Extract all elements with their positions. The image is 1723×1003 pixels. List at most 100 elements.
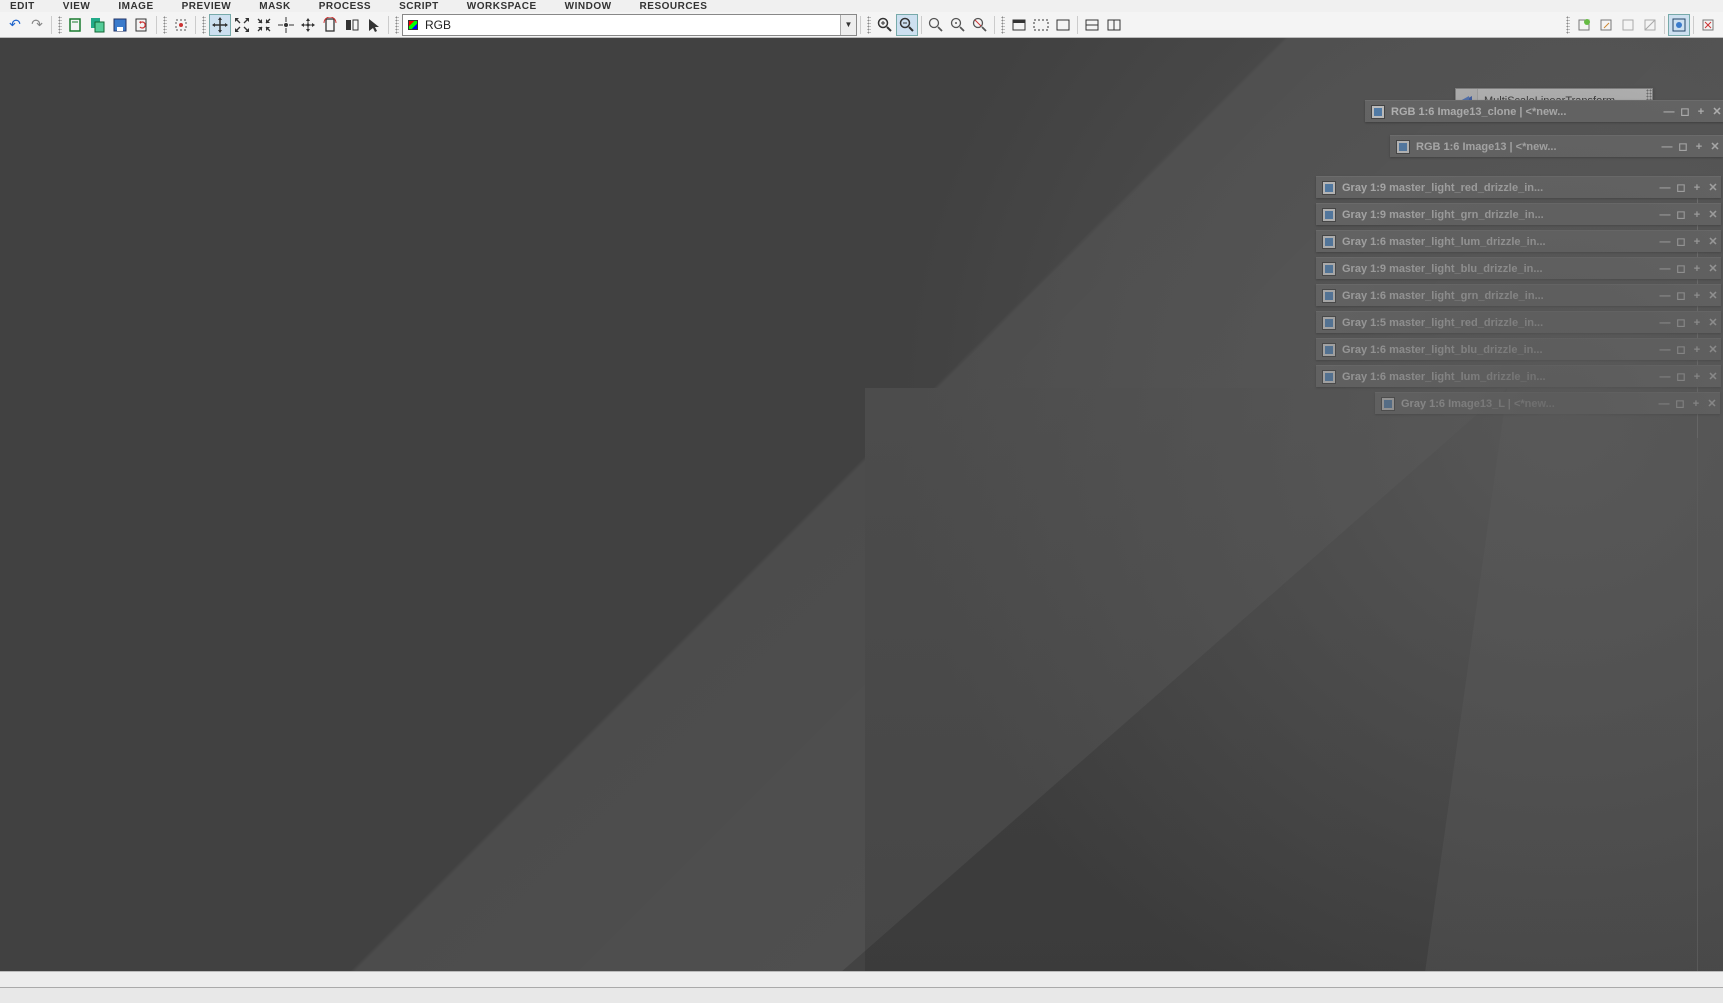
maximize-button[interactable]: ◻	[1677, 101, 1693, 122]
mask-enabled-icon[interactable]	[1668, 14, 1690, 36]
shade-button[interactable]: +	[1689, 366, 1705, 387]
zoom-in-icon[interactable]	[874, 14, 896, 36]
image-window-titlebar[interactable]: Gray 1:9 master_light_blu_drizzle_in...—…	[1316, 257, 1721, 279]
menu-edit[interactable]: EDIT	[10, 1, 35, 12]
image-window-titlebar[interactable]: Gray 1:6 master_light_blu_drizzle_in...—…	[1316, 338, 1721, 360]
maximize-button[interactable]: ◻	[1673, 177, 1689, 198]
maximize-button[interactable]: ◻	[1673, 366, 1689, 387]
zoom-out-icon[interactable]	[896, 14, 918, 36]
close-button[interactable]: ✕	[1705, 285, 1721, 306]
shade-button[interactable]: +	[1693, 101, 1709, 122]
menu-preview[interactable]: PREVIEW	[182, 1, 232, 12]
close-button[interactable]: ✕	[1709, 101, 1723, 122]
menu-workspace[interactable]: WORKSPACE	[467, 1, 537, 12]
maximize-button[interactable]: ◻	[1673, 258, 1689, 279]
shade-button[interactable]: +	[1689, 204, 1705, 225]
menu-window[interactable]: WINDOW	[565, 1, 612, 12]
process-panel[interactable]: MultiScaleLinearTransform	[1455, 88, 1653, 114]
image-window-titlebar[interactable]: Gray 1:6 master_light_grn_drizzle_in...—…	[1316, 284, 1721, 306]
minimize-button[interactable]: —	[1657, 204, 1673, 225]
undo-button[interactable]: ↶	[4, 14, 26, 36]
pointer-tool-icon[interactable]	[363, 14, 385, 36]
screen-mode-1-icon[interactable]	[1008, 14, 1030, 36]
channel-selector[interactable]: RGB ▼	[402, 14, 857, 36]
mask-new-icon[interactable]	[1573, 14, 1595, 36]
maximize-button[interactable]: ◻	[1675, 136, 1691, 157]
mask-show-icon[interactable]	[1617, 14, 1639, 36]
image-window-titlebar[interactable]: Gray 1:6 master_light_lum_drizzle_in...—…	[1316, 365, 1721, 387]
refresh-image-icon[interactable]	[131, 14, 153, 36]
rotate-tool-icon[interactable]	[319, 14, 341, 36]
image-window-titlebar[interactable]: RGB 1:6 Image13 | <*new...—◻+✕	[1390, 135, 1723, 157]
process-apply-icon[interactable]	[1456, 89, 1478, 113]
image-window-titlebar[interactable]: Gray 1:9 master_light_grn_drizzle_in...—…	[1316, 203, 1721, 225]
menu-process[interactable]: PROCESS	[319, 1, 371, 12]
zoom-fit-icon[interactable]	[947, 14, 969, 36]
close-button[interactable]: ✕	[1704, 393, 1720, 414]
flip-tool-icon[interactable]	[341, 14, 363, 36]
minimize-button[interactable]: —	[1657, 258, 1673, 279]
close-button[interactable]: ✕	[1705, 204, 1721, 225]
layout-2-icon[interactable]	[1103, 14, 1125, 36]
screen-mode-2-icon[interactable]	[1030, 14, 1052, 36]
minimize-button[interactable]: —	[1657, 177, 1673, 198]
zoom-1-1-icon[interactable]	[925, 14, 947, 36]
close-button[interactable]: ✕	[1705, 231, 1721, 252]
minimize-button[interactable]: —	[1657, 285, 1673, 306]
shade-button[interactable]: +	[1689, 231, 1705, 252]
layout-1-icon[interactable]	[1081, 14, 1103, 36]
image-window-titlebar[interactable]: Gray 1:5 master_light_red_drizzle_in...—…	[1316, 311, 1721, 333]
menu-resources[interactable]: RESOURCES	[640, 1, 708, 12]
mask-invert-icon[interactable]	[1639, 14, 1661, 36]
image-window-titlebar[interactable]: Gray 1:9 master_light_red_drizzle_in...—…	[1316, 176, 1721, 198]
save-image-icon[interactable]	[109, 14, 131, 36]
move-tool-icon[interactable]	[297, 14, 319, 36]
mask-edit-icon[interactable]	[1595, 14, 1617, 36]
maximize-button[interactable]: ◻	[1672, 393, 1688, 414]
menu-mask[interactable]: MASK	[259, 1, 290, 12]
shade-button[interactable]: +	[1688, 393, 1704, 414]
mask-remove-icon[interactable]	[1697, 14, 1719, 36]
collapse-view-icon[interactable]	[253, 14, 275, 36]
dropdown-arrow-icon[interactable]: ▼	[840, 15, 856, 35]
minimize-button[interactable]: —	[1657, 312, 1673, 333]
close-button[interactable]: ✕	[1705, 339, 1721, 360]
new-image-icon[interactable]	[65, 14, 87, 36]
image-window-titlebar[interactable]: RGB 1:6 Image13_clone | <*new...—◻+✕	[1365, 100, 1723, 122]
duplicate-image-icon[interactable]	[87, 14, 109, 36]
minimize-button[interactable]: —	[1661, 101, 1677, 122]
minimize-button[interactable]: —	[1659, 136, 1675, 157]
zoom-reset-icon[interactable]	[969, 14, 991, 36]
close-button[interactable]: ✕	[1705, 366, 1721, 387]
shade-button[interactable]: +	[1689, 177, 1705, 198]
panel-grip-icon[interactable]	[1646, 89, 1652, 113]
maximize-button[interactable]: ◻	[1673, 339, 1689, 360]
minimize-button[interactable]: —	[1657, 366, 1673, 387]
shade-button[interactable]: +	[1689, 339, 1705, 360]
workspace[interactable]: MultiScaleLinearTransform RGB 1:6 Image1…	[0, 38, 1723, 988]
menu-view[interactable]: VIEW	[63, 1, 91, 12]
minimize-button[interactable]: —	[1656, 393, 1672, 414]
pan-tool-icon[interactable]	[209, 14, 231, 36]
menu-image[interactable]: IMAGE	[118, 1, 153, 12]
shade-button[interactable]: +	[1691, 136, 1707, 157]
redo-button[interactable]: ↷	[26, 14, 48, 36]
maximize-button[interactable]: ◻	[1673, 285, 1689, 306]
clone-view-icon[interactable]	[170, 14, 192, 36]
center-view-icon[interactable]	[275, 14, 297, 36]
close-button[interactable]: ✕	[1705, 177, 1721, 198]
close-button[interactable]: ✕	[1705, 258, 1721, 279]
shade-button[interactable]: +	[1689, 258, 1705, 279]
maximize-button[interactable]: ◻	[1673, 312, 1689, 333]
minimize-button[interactable]: —	[1657, 231, 1673, 252]
close-button[interactable]: ✕	[1705, 312, 1721, 333]
minimize-button[interactable]: —	[1657, 339, 1673, 360]
shade-button[interactable]: +	[1689, 312, 1705, 333]
shade-button[interactable]: +	[1689, 285, 1705, 306]
maximize-button[interactable]: ◻	[1673, 204, 1689, 225]
maximize-button[interactable]: ◻	[1673, 231, 1689, 252]
screen-mode-3-icon[interactable]	[1052, 14, 1074, 36]
close-button[interactable]: ✕	[1707, 136, 1723, 157]
image-window-titlebar[interactable]: Gray 1:6 Image13_L | <*new...—◻+✕	[1375, 392, 1720, 414]
image-window-titlebar[interactable]: Gray 1:6 master_light_lum_drizzle_in...—…	[1316, 230, 1721, 252]
